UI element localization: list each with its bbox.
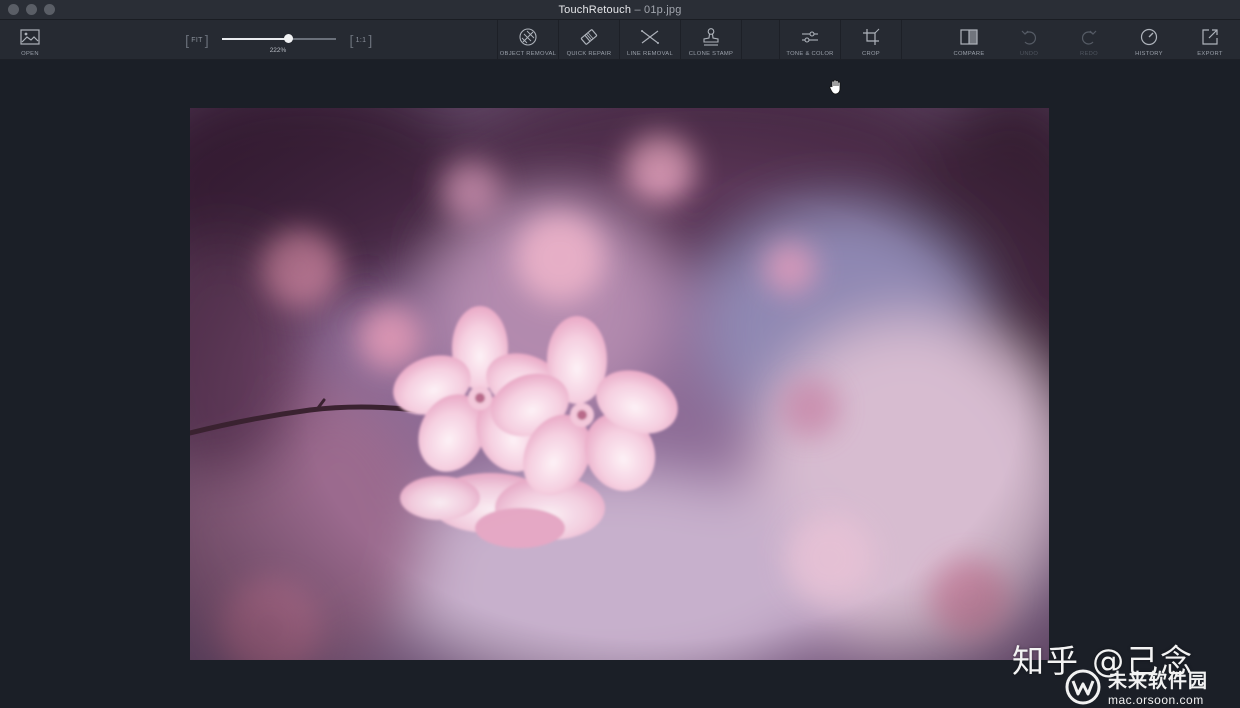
fit-label: FIT: [191, 36, 203, 44]
export-icon: [1199, 27, 1221, 47]
redo-icon: [1078, 27, 1100, 47]
undo-icon: [1018, 27, 1040, 47]
photo-preview[interactable]: [190, 108, 1049, 660]
zoom-slider[interactable]: [222, 34, 336, 43]
hand-cursor-icon: [829, 79, 843, 95]
title-separator: –: [634, 3, 641, 16]
crop-button[interactable]: CROP: [841, 20, 901, 60]
toolbar-divider: [901, 20, 902, 60]
open-label: OPEN: [21, 51, 39, 57]
line-removal-icon: [639, 27, 661, 47]
site-name: 未来软件园: [1108, 670, 1209, 692]
file-name: 01p.jpg: [644, 3, 682, 16]
object-removal-label: OBJECT REMOVAL: [499, 51, 557, 57]
actual-size-label: 1:1: [355, 36, 367, 44]
tone-color-label: TONE & COLOR: [786, 51, 834, 57]
stamp-icon: [700, 27, 722, 47]
compare-button[interactable]: COMPARE: [939, 20, 999, 60]
site-logo-icon: [1064, 668, 1102, 706]
window-controls: [8, 4, 55, 15]
site-watermark: 未来软件园 mac.orsoon.com: [1064, 666, 1208, 707]
zoom-slider-fill: [222, 38, 289, 40]
compare-label: COMPARE: [953, 51, 985, 57]
zoom-window-button[interactable]: [44, 4, 55, 15]
minimize-window-button[interactable]: [26, 4, 37, 15]
history-label: HISTORY: [1135, 51, 1163, 57]
title-bar: TouchRetouch – 01p.jpg: [0, 0, 1240, 20]
app-name: TouchRetouch: [558, 3, 632, 16]
zoom-slider-knob[interactable]: [284, 34, 294, 43]
open-button[interactable]: OPEN: [14, 20, 46, 60]
toolbar: OPEN [ FIT ] 222% [ 1:1 ] OBJECT REMOVAL: [0, 20, 1240, 60]
quick-repair-label: QUICK REPAIR: [566, 51, 612, 57]
zoom-value: 222%: [269, 47, 287, 54]
brush-icon: [517, 27, 539, 47]
close-window-button[interactable]: [8, 4, 19, 15]
cherry-blossom-photo: [190, 108, 1049, 660]
quick-repair-button[interactable]: QUICK REPAIR: [559, 20, 619, 60]
fit-button[interactable]: [ FIT ]: [184, 32, 210, 48]
image-icon: [19, 27, 41, 47]
toolbar-divider: [741, 20, 742, 60]
clone-stamp-button[interactable]: CLONE STAMP: [681, 20, 741, 60]
compare-icon: [958, 27, 980, 47]
crop-label: CROP: [862, 51, 880, 57]
line-removal-button[interactable]: LINE REMOVAL: [620, 20, 680, 60]
export-label: EXPORT: [1197, 51, 1223, 57]
object-removal-button[interactable]: OBJECT REMOVAL: [498, 20, 558, 60]
app-window: TouchRetouch – 01p.jpg OPEN [ FIT ] 222%…: [0, 0, 1240, 708]
redo-label: REDO: [1080, 51, 1098, 57]
sliders-icon: [799, 27, 821, 47]
export-button[interactable]: EXPORT: [1180, 20, 1240, 60]
undo-button[interactable]: UNDO: [999, 20, 1059, 60]
clone-stamp-label: CLONE STAMP: [688, 51, 734, 57]
history-button[interactable]: HISTORY: [1119, 20, 1179, 60]
history-icon: [1138, 27, 1160, 47]
tone-color-button[interactable]: TONE & COLOR: [780, 20, 840, 60]
undo-label: UNDO: [1019, 51, 1039, 57]
site-url: mac.orsoon.com: [1108, 693, 1204, 707]
eraser-icon: [578, 27, 600, 47]
crop-icon: [860, 27, 882, 47]
actual-size-button[interactable]: [ 1:1 ]: [348, 32, 374, 48]
window-title: TouchRetouch – 01p.jpg: [558, 4, 681, 16]
line-removal-label: LINE REMOVAL: [626, 51, 673, 57]
redo-button[interactable]: REDO: [1059, 20, 1119, 60]
